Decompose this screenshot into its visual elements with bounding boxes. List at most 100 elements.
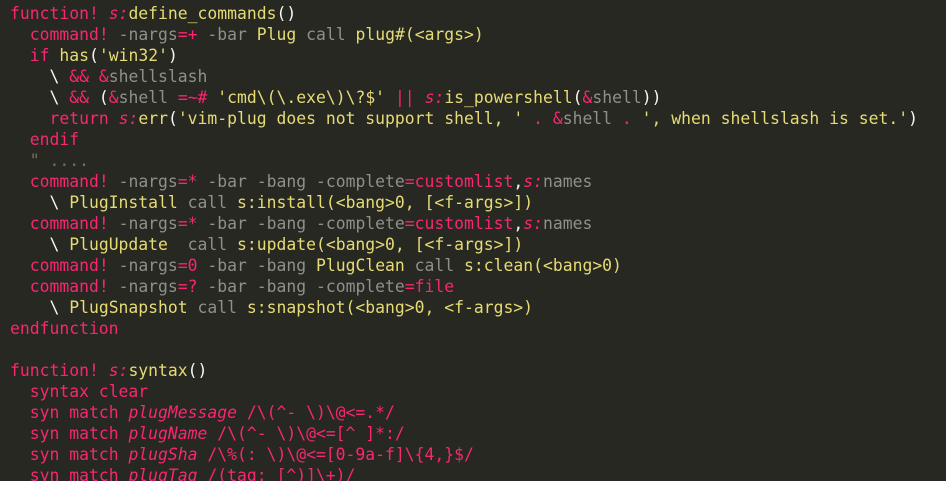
code-token: call — [414, 256, 455, 275]
code-token: )) — [641, 88, 662, 107]
code-token: call — [187, 235, 228, 254]
code-token: shell — [118, 88, 168, 107]
code-editor[interactable]: function! s:define_commands() command! -… — [0, 0, 946, 481]
code-line: command! -nargs=? -bar -bang -complete=f… — [10, 276, 454, 297]
code-token: shell — [562, 109, 613, 128]
code-token: command! — [29, 256, 109, 275]
code-token: 'vim-plug does not support shell, ' — [177, 109, 524, 128]
code-token: command! — [29, 277, 109, 296]
code-token: PlugClean — [315, 256, 405, 275]
code-token: , — [513, 172, 524, 191]
code-token: /(tag: [^)]\+)/ — [207, 466, 356, 481]
code-token: PlugSnapshot — [69, 298, 188, 317]
code-token: && — [69, 88, 89, 107]
code-line: command! -nargs=+ -bar Plug call plug#(<… — [10, 24, 484, 45]
code-token: -bar -bang -complete — [207, 277, 405, 296]
code-token: ( — [88, 88, 109, 107]
code-line: command! -nargs=* -bar -bang -complete=c… — [10, 213, 593, 234]
code-token: \ — [10, 193, 70, 212]
code-token: s: — [424, 88, 445, 107]
code-token: plugTag — [128, 466, 198, 481]
code-token: s:update(<bang>0, [<f-args>]) — [237, 235, 524, 254]
code-token: command! — [29, 172, 109, 191]
code-token: ) — [908, 109, 918, 128]
code-token: =* — [177, 214, 198, 233]
code-token: \ — [10, 67, 70, 86]
code-token: customlist — [414, 214, 514, 233]
code-token: syn match — [29, 466, 119, 481]
code-token: ( — [88, 46, 99, 65]
code-token: s: — [108, 4, 129, 23]
code-token: s: — [108, 361, 129, 380]
code-token: =0 — [177, 256, 198, 275]
code-token: return — [49, 109, 109, 128]
code-line: syn match plugSha /\%(: \)\@<=[0-9a-f]\{… — [10, 444, 474, 465]
code-token: -nargs — [118, 172, 178, 191]
code-token: s:install(<bang>0, [<f-args>]) — [237, 193, 534, 212]
code-token: s: — [523, 214, 543, 233]
code-token: call — [306, 25, 346, 44]
code-token: & — [582, 88, 593, 107]
code-token: ', when shellslash is set.' — [641, 109, 909, 128]
code-line: \ PlugSnapshot call s:snapshot(<bang>0, … — [10, 297, 533, 318]
code-token: =~# — [177, 88, 208, 107]
code-token: = — [404, 214, 415, 233]
code-token: -bar -bang — [207, 256, 307, 275]
code-token: s: — [118, 109, 139, 128]
code-line: \ && (&shell =~# 'cmd\(\.exe\)\?$' || s:… — [10, 87, 661, 108]
code-token: err — [138, 109, 168, 128]
code-token: ( — [572, 88, 583, 107]
code-token: command! — [29, 214, 109, 233]
code-line: endfunction — [10, 318, 119, 339]
code-token: function! — [10, 361, 99, 380]
code-token: = — [404, 277, 415, 296]
code-line: function! s:syntax() — [10, 360, 207, 381]
code-line: endif — [10, 129, 79, 150]
code-token: syn match — [29, 445, 119, 464]
code-token: -nargs — [118, 25, 178, 44]
code-token: plug#(<args>) — [355, 25, 484, 44]
code-line: \ && &shellslash — [10, 66, 207, 87]
code-token: & — [108, 88, 119, 107]
code-token: has — [59, 46, 89, 65]
code-token: -nargs — [118, 256, 178, 275]
code-token: ) — [167, 46, 178, 65]
code-token: call — [187, 193, 228, 212]
code-token: . — [621, 109, 632, 128]
code-token: names — [542, 172, 593, 191]
